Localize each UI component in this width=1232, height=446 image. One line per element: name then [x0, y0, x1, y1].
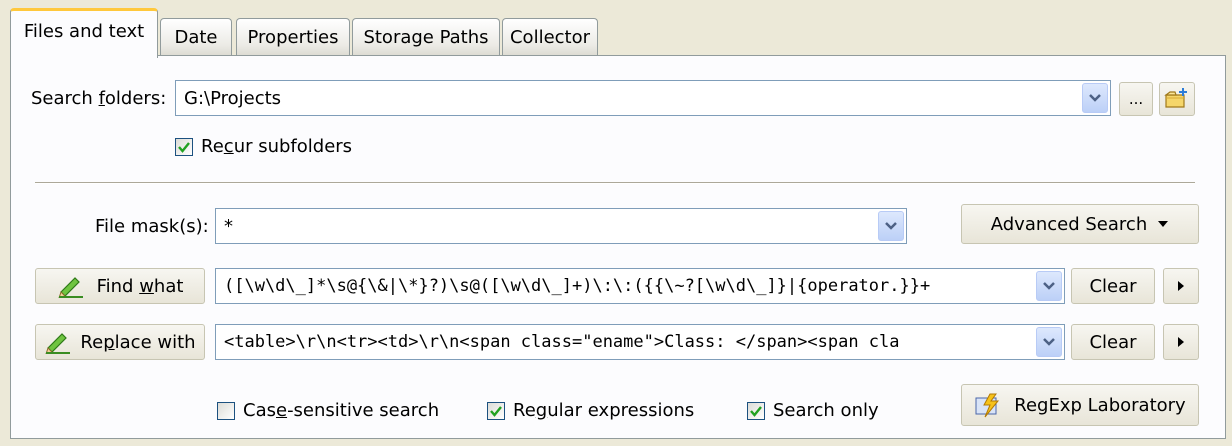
search-folders-combo[interactable]: G:\Projects: [175, 80, 1111, 116]
replace-with-dropdown-button[interactable]: [1036, 327, 1062, 357]
tab-files-and-text[interactable]: Files and text: [10, 8, 158, 58]
tab-label: Date: [174, 27, 218, 48]
find-clear-button[interactable]: Clear: [1071, 268, 1155, 304]
regular-expressions-checkbox[interactable]: [487, 402, 505, 420]
regular-expressions-label[interactable]: Regular expressions: [513, 400, 694, 421]
checkmark-icon: [490, 406, 502, 417]
recur-subfolders-checkbox[interactable]: [175, 138, 193, 156]
find-what-dropdown-button[interactable]: [1036, 271, 1062, 301]
file-mask-combo[interactable]: *: [215, 208, 907, 244]
file-mask-label: File mask(s):: [95, 216, 209, 237]
chevron-down-icon: [885, 222, 897, 230]
search-folders-value[interactable]: G:\Projects: [176, 88, 1082, 109]
dropdown-arrow-icon: [1158, 221, 1169, 227]
search-only-label[interactable]: Search only: [773, 400, 879, 421]
find-what-button[interactable]: Find what: [35, 268, 205, 304]
search-only-checkbox[interactable]: [747, 402, 765, 420]
case-sensitive-label[interactable]: Case-sensitive search: [243, 400, 439, 421]
replace-with-button[interactable]: Replace with: [35, 324, 205, 360]
file-mask-dropdown-button[interactable]: [878, 211, 904, 241]
play-arrow-icon: [1178, 337, 1184, 347]
add-folder-button[interactable]: [1159, 82, 1195, 116]
find-what-value[interactable]: ([\w\d\_]*\s@{\&|\*}?)\s@([\w\d\_]+)\:\:…: [216, 276, 1036, 296]
chevron-down-icon: [1043, 282, 1055, 290]
search-folders-label: Search folders:: [31, 88, 167, 109]
pencil-icon: [58, 277, 83, 298]
find-menu-button[interactable]: [1163, 268, 1199, 304]
chevron-down-icon: [1043, 338, 1055, 346]
replace-with-combo[interactable]: <table>\r\n<tr><td>\r\n<span class="enam…: [215, 324, 1065, 360]
checkmark-icon: [178, 142, 190, 153]
tab-properties[interactable]: Properties: [236, 18, 350, 56]
regexp-lab-icon: [975, 393, 1000, 418]
recur-subfolders-label[interactable]: Recur subfolders: [201, 136, 352, 157]
tab-label: Files and text: [23, 21, 145, 42]
replace-clear-button[interactable]: Clear: [1071, 324, 1155, 360]
replace-with-value[interactable]: <table>\r\n<tr><td>\r\n<span class="enam…: [216, 332, 1036, 352]
regexp-laboratory-button[interactable]: RegExp Laboratory: [961, 384, 1199, 426]
tab-panel: Search folders: G:\Projects ... Recur su…: [10, 55, 1226, 439]
folder-add-icon: [1164, 88, 1187, 108]
find-what-combo[interactable]: ([\w\d\_]*\s@{\&|\*}?)\s@([\w\d\_]+)\:\:…: [215, 268, 1065, 304]
pencil-icon: [45, 333, 71, 354]
tab-label: Collector: [509, 27, 591, 48]
replace-menu-button[interactable]: [1163, 324, 1199, 360]
play-arrow-icon: [1178, 281, 1184, 291]
search-folders-dropdown-button[interactable]: [1082, 83, 1108, 113]
tab-label: Storage Paths: [363, 27, 489, 48]
tab-collector[interactable]: Collector: [502, 18, 598, 56]
case-sensitive-checkbox[interactable]: [217, 402, 235, 420]
tab-storage-paths[interactable]: Storage Paths: [352, 18, 500, 56]
divider: [35, 182, 1195, 184]
chevron-down-icon: [1089, 94, 1101, 102]
file-mask-value[interactable]: *: [216, 216, 878, 237]
advanced-search-button[interactable]: Advanced Search: [961, 204, 1199, 244]
checkmark-icon: [750, 406, 762, 417]
tab-label: Properties: [247, 27, 339, 48]
browse-button[interactable]: ...: [1119, 82, 1153, 116]
tab-date[interactable]: Date: [160, 18, 232, 56]
